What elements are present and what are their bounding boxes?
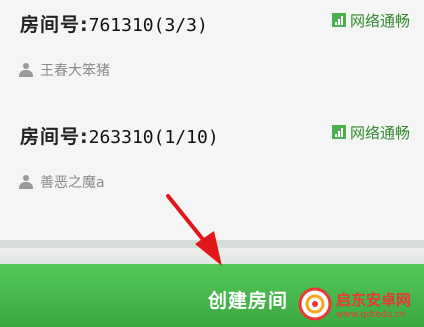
room-title: 房间号:263310(1/10) [20, 122, 219, 149]
room-number: 761310(3/3) [88, 15, 208, 36]
room-item[interactable]: 房间号:761310(3/3) 网络通畅 王春大笨猪 [0, 0, 424, 105]
room-label: 房间号: [20, 14, 89, 36]
room-title: 房间号:761310(3/3) [20, 10, 208, 37]
watermark-name: 启东安卓网 [336, 290, 412, 309]
signal-icon [332, 13, 346, 27]
person-icon [18, 175, 34, 189]
watermark-logo-icon [298, 287, 332, 321]
room-list: 房间号:761310(3/3) 网络通畅 王春大笨猪 房间号:263310(1/… [0, 0, 424, 240]
button-bar-top [0, 248, 424, 264]
room-item[interactable]: 房间号:263310(1/10) 网络通畅 善恶之魔a [0, 112, 424, 217]
create-room-label: 创建房间 [208, 291, 289, 312]
watermark-url: www.qdtedu.cn [336, 309, 406, 320]
owner-name: 王春大笨猪 [40, 63, 110, 79]
room-owner: 王春大笨猪 [18, 60, 110, 80]
room-label: 房间号: [20, 126, 89, 148]
room-number: 263310(1/10) [88, 127, 219, 148]
watermark: 启东安卓网 www.qdtedu.cn [298, 285, 420, 323]
person-icon [18, 63, 34, 77]
network-status: 网络通畅 [332, 122, 410, 142]
room-owner: 善恶之魔a [18, 172, 105, 192]
network-status-text: 网络通畅 [350, 11, 411, 30]
network-status-text: 网络通畅 [350, 123, 411, 142]
signal-icon [332, 125, 346, 139]
network-status: 网络通畅 [332, 10, 410, 30]
owner-name: 善恶之魔a [40, 175, 105, 191]
divider [0, 240, 424, 248]
